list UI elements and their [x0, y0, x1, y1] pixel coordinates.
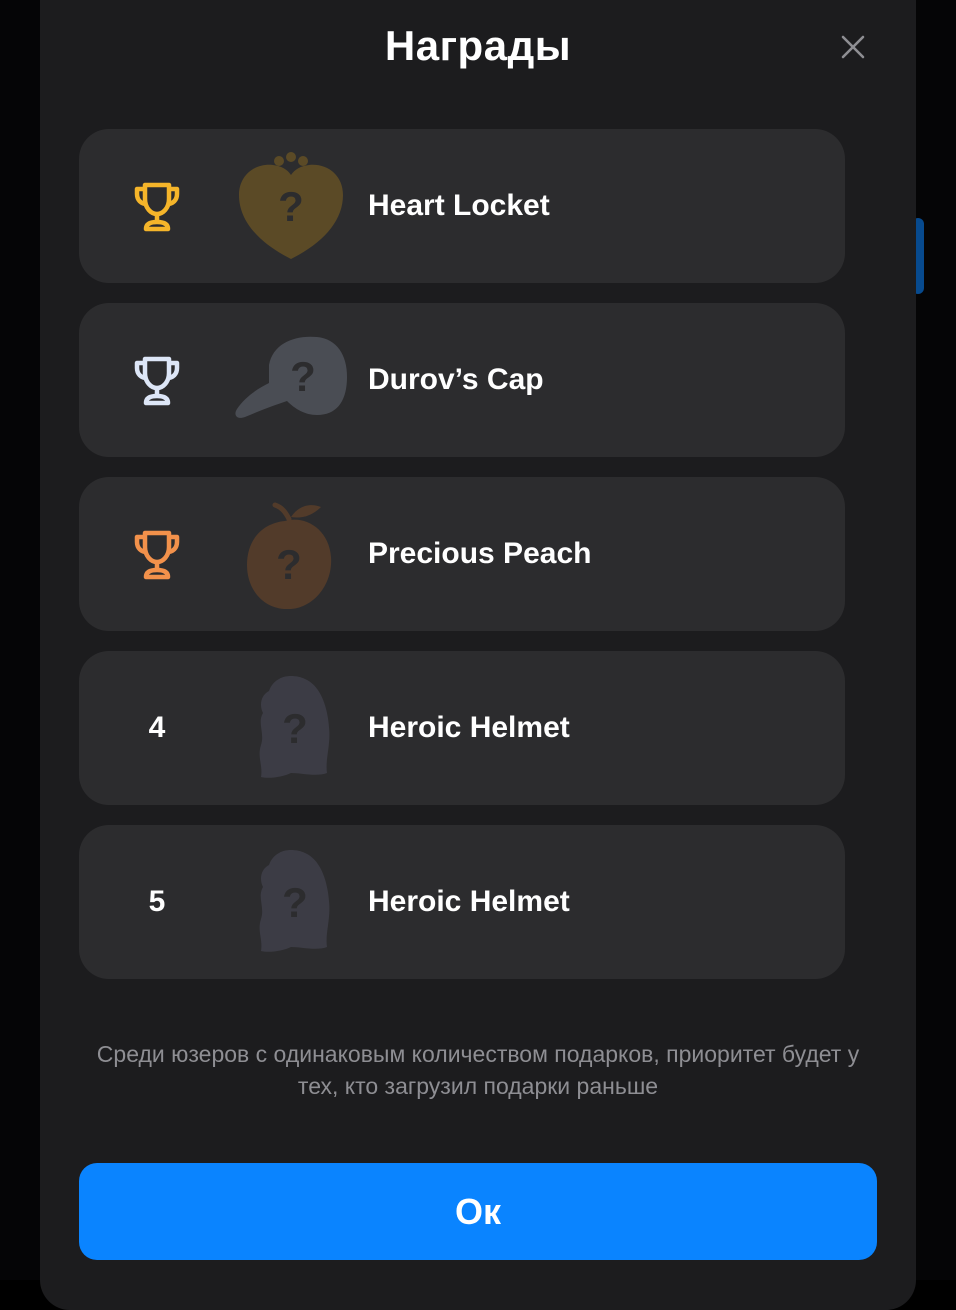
svg-text:?: ?: [278, 183, 304, 230]
rank-badge: [117, 350, 197, 410]
silver-trophy-icon: [134, 356, 180, 406]
ok-button[interactable]: Ок: [79, 1163, 877, 1260]
sheet-title: Награды: [384, 22, 572, 69]
close-button[interactable]: [832, 26, 874, 68]
rank-badge: 5: [117, 872, 197, 932]
reward-row-1[interactable]: ? Heart Locket: [79, 129, 845, 283]
bronze-trophy-icon: [134, 530, 180, 580]
rank-number: 5: [148, 885, 166, 918]
helmet-icon: ?: [229, 847, 353, 957]
rank-badge: [117, 176, 197, 236]
reward-row-3[interactable]: ? Precious Peach: [79, 477, 845, 631]
svg-text:?: ?: [282, 879, 308, 926]
gold-trophy-icon: [134, 182, 180, 232]
close-icon: [841, 35, 865, 59]
rewards-list: ? Heart Locket ? Durov’s Cap ? Precious …: [79, 129, 845, 999]
reward-row-4[interactable]: 4 ? Heroic Helmet: [79, 651, 845, 805]
rank-badge: 4: [117, 698, 197, 758]
peach-icon: ?: [229, 499, 353, 609]
svg-text:?: ?: [290, 353, 316, 400]
heart-locket-icon: ?: [229, 151, 353, 261]
priority-note: Среди юзеров с одинаковым количеством по…: [96, 1041, 860, 1099]
gift-name: Precious Peach: [368, 537, 592, 570]
svg-text:?: ?: [276, 541, 302, 588]
rank-badge: [117, 524, 197, 584]
rank-number: 4: [148, 711, 166, 744]
helmet-icon: ?: [229, 673, 353, 783]
gift-name: Heart Locket: [368, 189, 550, 222]
gift-name: Heroic Helmet: [368, 885, 570, 918]
reward-row-5[interactable]: 5 ? Heroic Helmet: [79, 825, 845, 979]
gift-name: Heroic Helmet: [368, 711, 570, 744]
gift-name: Durov’s Cap: [368, 363, 544, 396]
cap-icon: ?: [229, 325, 353, 435]
reward-row-2[interactable]: ? Durov’s Cap: [79, 303, 845, 457]
svg-text:?: ?: [282, 705, 308, 752]
